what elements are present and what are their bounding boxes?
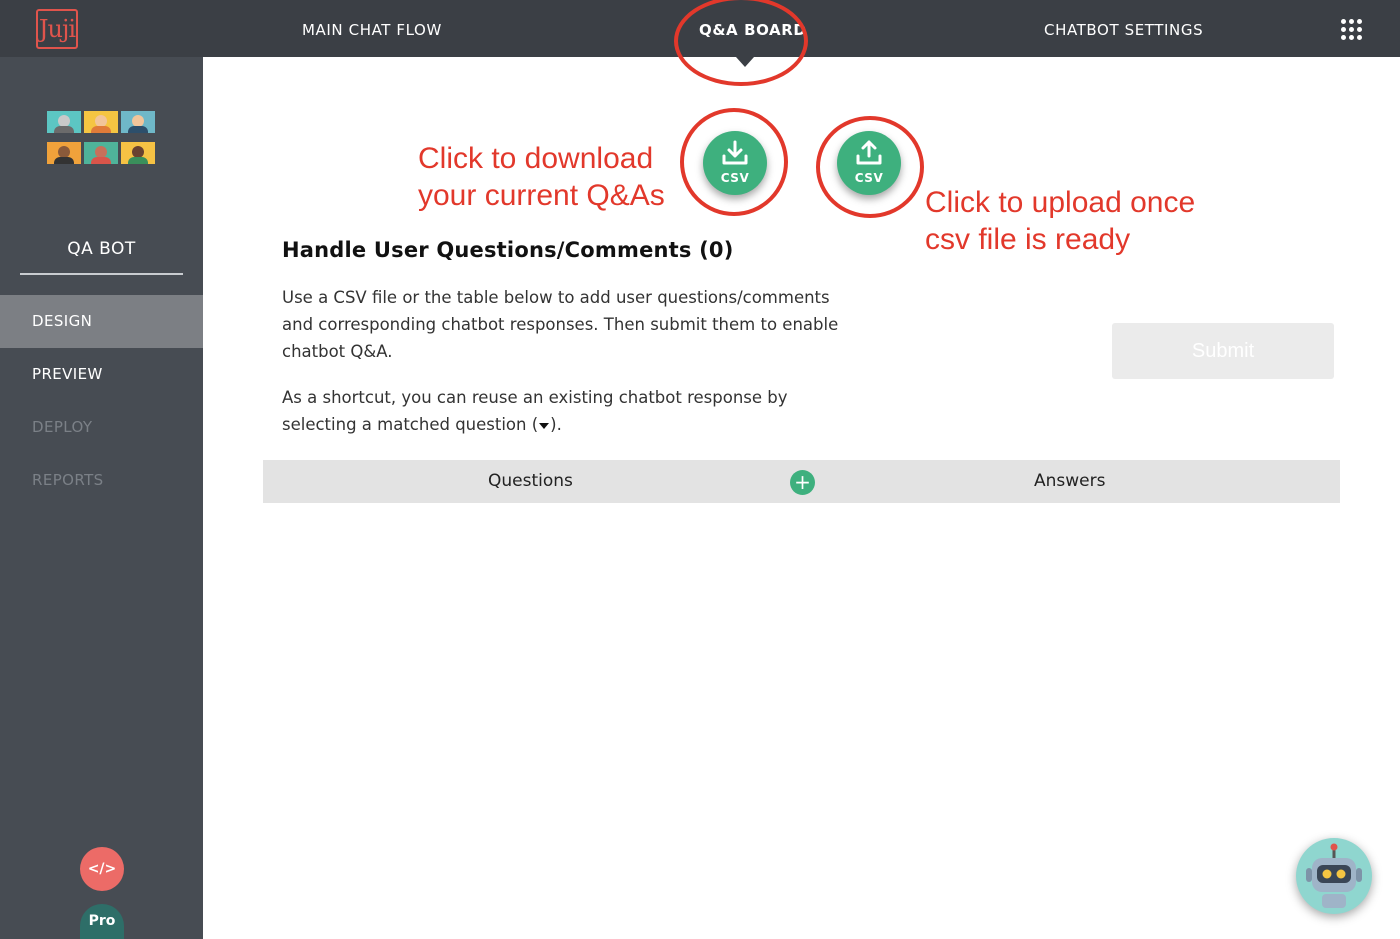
bot-name-underline (20, 273, 183, 275)
description-line: Use a CSV file or the table below to add… (282, 288, 830, 307)
embed-code-button[interactable]: </> (80, 847, 124, 891)
column-header-questions: Questions (488, 471, 573, 491)
column-header-answers: Answers (1034, 471, 1106, 491)
top-navigation-bar: Juji MAIN CHAT FLOW Q&A BOARD CHATBOT SE… (0, 0, 1400, 57)
description-line: and corresponding chatbot responses. The… (282, 315, 839, 334)
grid-icon[interactable] (1341, 19, 1362, 40)
submit-button[interactable]: Submit (1112, 323, 1334, 379)
avatar (121, 142, 155, 164)
tab-main-chat-flow[interactable]: MAIN CHAT FLOW (302, 0, 442, 57)
avatar (47, 142, 81, 164)
description-line: chatbot Q&A. (282, 342, 393, 361)
page-title: Handle User Questions/Comments (0) (282, 238, 734, 262)
upload-icon (856, 140, 882, 165)
pro-badge[interactable]: Pro (80, 904, 124, 939)
avatar (121, 111, 155, 133)
download-icon (722, 140, 748, 165)
active-tab-pointer (736, 57, 754, 67)
sidebar-item-reports: REPORTS (32, 471, 104, 489)
shortcut-line: selecting a matched question (). (282, 415, 562, 434)
bot-name: QA BOT (67, 239, 136, 259)
upload-annotation: Click to upload once csv file is ready (925, 184, 1195, 258)
bot-avatar-group (47, 111, 157, 165)
robot-assistant-icon[interactable] (1296, 838, 1372, 914)
tab-qa-board[interactable]: Q&A BOARD (699, 0, 806, 57)
sidebar-item-deploy: DEPLOY (32, 418, 93, 436)
download-csv-button[interactable]: CSV (703, 131, 767, 195)
download-annotation: Click to download your current Q&As (418, 140, 665, 214)
caret-down-icon (539, 422, 550, 429)
sidebar: QA BOT DESIGN PREVIEW DEPLOY REPORTS </>… (0, 57, 203, 939)
avatar (84, 142, 118, 164)
download-csv-label: CSV (720, 171, 750, 185)
shortcut-line: As a shortcut, you can reuse an existing… (282, 388, 788, 407)
description-text: Use a CSV file or the table below to add… (282, 284, 882, 365)
upload-csv-label: CSV (854, 171, 884, 185)
upload-annotation-line: csv file is ready (925, 223, 1131, 256)
download-annotation-line: Click to download (418, 142, 654, 175)
avatar (47, 111, 81, 133)
add-row-button[interactable]: + (790, 470, 815, 495)
sidebar-item-preview[interactable]: PREVIEW (0, 348, 203, 401)
upload-csv-button[interactable]: CSV (837, 131, 901, 195)
shortcut-text: As a shortcut, you can reuse an existing… (282, 384, 882, 438)
avatar (84, 111, 118, 133)
juji-logo[interactable]: Juji (36, 9, 78, 49)
download-annotation-line: your current Q&As (418, 179, 665, 212)
tab-chatbot-settings[interactable]: CHATBOT SETTINGS (1044, 0, 1203, 57)
sidebar-item-design[interactable]: DESIGN (0, 295, 203, 348)
upload-annotation-line: Click to upload once (925, 186, 1196, 219)
